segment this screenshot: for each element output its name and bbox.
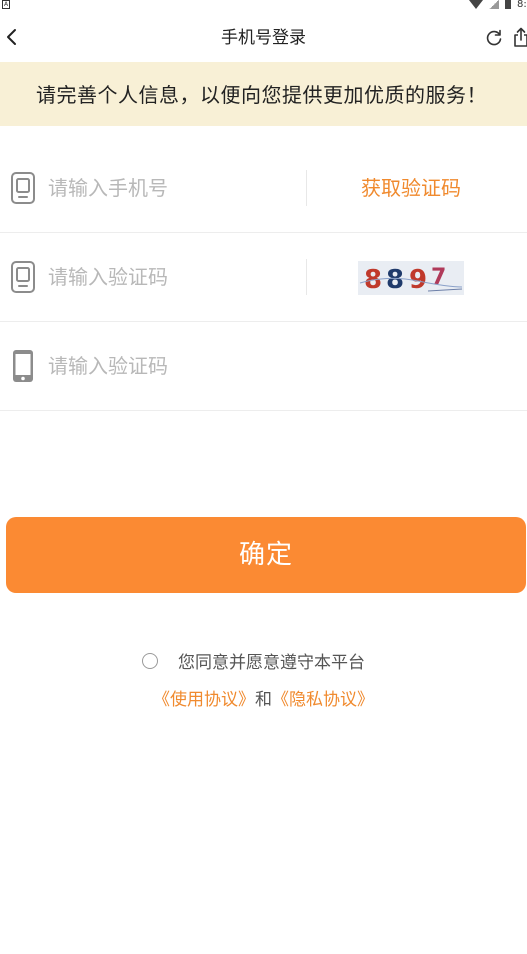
agreement-text: 您同意并愿意遵守本平台 (178, 653, 365, 673)
status-bar: A 8:3 (0, 0, 527, 12)
mobile-phone-icon (13, 350, 33, 382)
privacy-link[interactable]: 《隐私协议》 (272, 690, 374, 710)
notice-banner: 请完善个人信息，以便向您提供更加优质的服务！ (0, 62, 527, 126)
confirm-button-label: 确定 (238, 540, 293, 570)
notice-text: 请完善个人信息，以便向您提供更加优质的服务！ (36, 83, 487, 107)
phone-input[interactable] (48, 168, 288, 208)
page-title: 手机号登录 (221, 28, 306, 48)
refresh-icon[interactable] (485, 29, 503, 47)
agreement-line: 您同意并愿意遵守本平台 (0, 650, 527, 676)
captcha-input[interactable] (48, 257, 288, 297)
captcha-noise-lines (359, 277, 463, 292)
terms-link[interactable]: 《使用协议》 (153, 690, 255, 710)
row-divider (306, 259, 307, 295)
phone-outline-icon (11, 261, 35, 293)
notification-icon: A (2, 0, 10, 9)
captcha-row: 8 8 9 7 (0, 233, 527, 322)
phone-row: 获取验证码 (0, 144, 527, 233)
signal-icon (489, 0, 499, 9)
confirm-button[interactable]: 确定 (6, 517, 526, 593)
share-icon[interactable] (513, 27, 527, 47)
agreement-conjunction: 和 (255, 690, 272, 710)
login-screen: A 8:3 手机号登录 请完善个人信息，以便向您提供更加优质的服务！ (0, 0, 527, 954)
wifi-icon (469, 0, 483, 9)
header-bar: 手机号登录 (0, 12, 527, 62)
agree-radio[interactable] (142, 653, 158, 669)
sms-code-row (0, 322, 527, 411)
agreement-links: 《使用协议》和《隐私协议》 (0, 686, 527, 714)
row-divider (306, 170, 307, 206)
sms-code-input[interactable] (48, 346, 288, 386)
captcha-image[interactable]: 8 8 9 7 (358, 261, 464, 295)
phone-outline-icon (11, 172, 35, 204)
battery-icon (505, 0, 511, 9)
status-icons: 8:3 (469, 0, 527, 12)
get-code-button[interactable]: 获取验证码 (340, 168, 482, 208)
status-time: 8:3 (517, 0, 527, 10)
